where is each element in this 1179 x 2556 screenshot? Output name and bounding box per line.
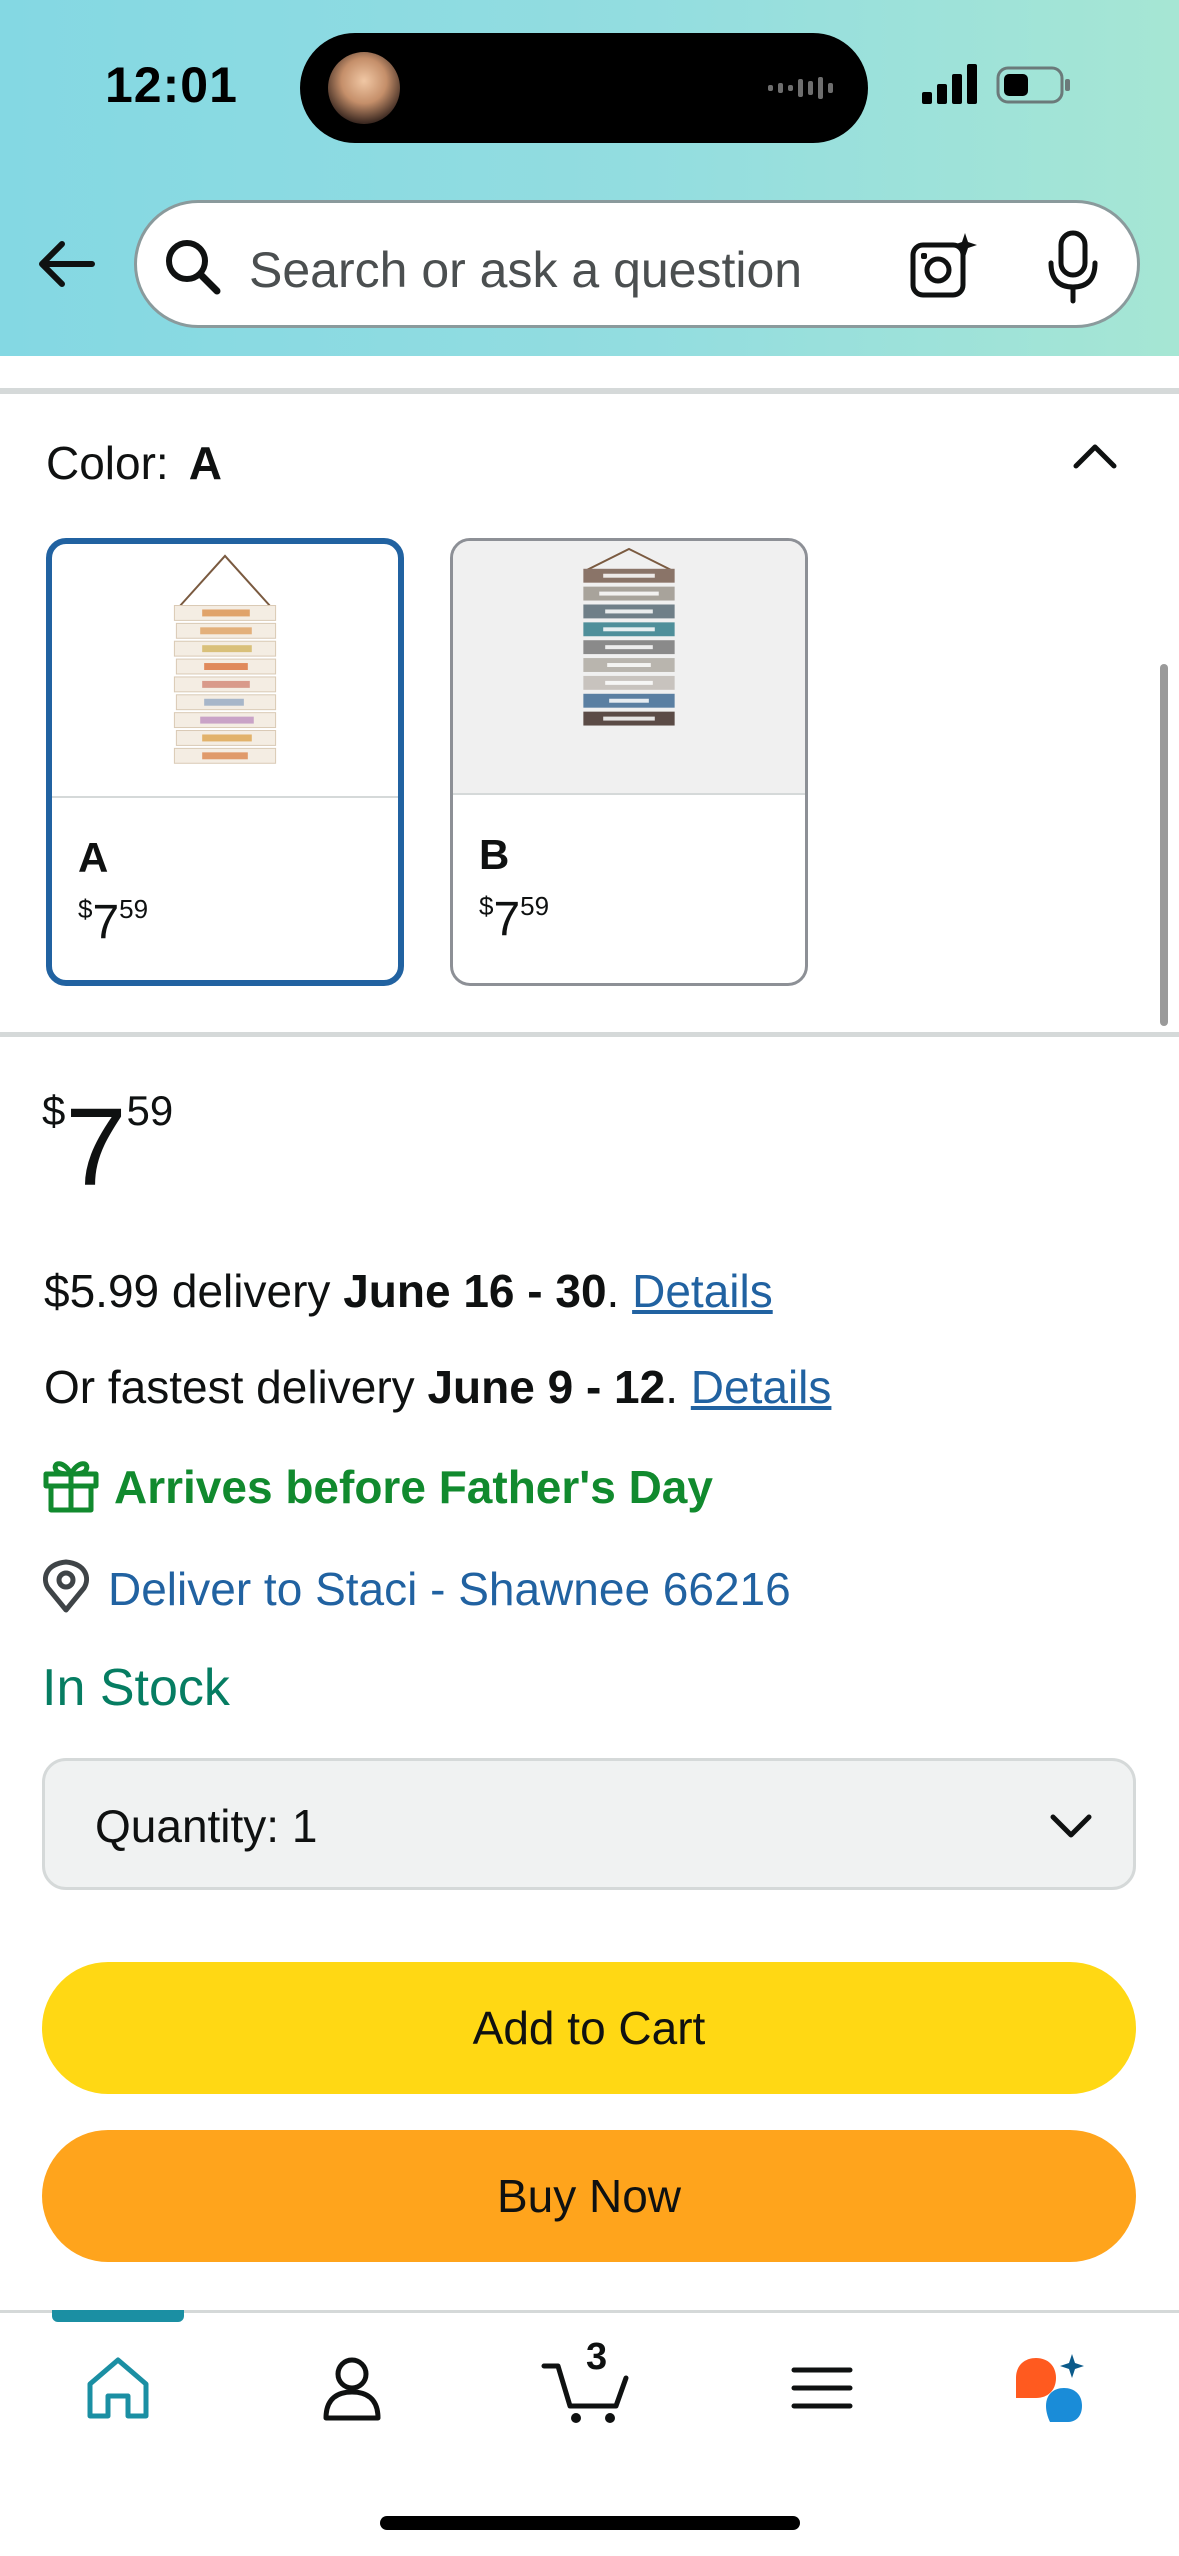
home-indicator xyxy=(380,2516,800,2530)
dynamic-island xyxy=(300,33,868,143)
quantity-selector[interactable]: Quantity: 1 xyxy=(42,1758,1136,1890)
deliver-to-text[interactable]: Deliver to Staci - Shawnee 66216 xyxy=(108,1562,791,1616)
color-label: Color: xyxy=(46,437,169,489)
quantity-label: Quantity: 1 xyxy=(95,1800,318,1852)
sign-image-a xyxy=(173,554,277,764)
microphone-icon[interactable] xyxy=(1043,229,1103,305)
rufus-assistant-icon[interactable] xyxy=(1010,2348,1090,2428)
chevron-down-icon xyxy=(1050,1814,1092,1838)
back-arrow-icon[interactable] xyxy=(34,232,98,296)
menu-icon[interactable] xyxy=(782,2348,862,2428)
account-icon[interactable] xyxy=(312,2348,392,2428)
now-playing-artwork xyxy=(328,52,400,124)
app-header: 12:01 Search or ask a question xyxy=(0,0,1179,356)
camera-lens-icon[interactable] xyxy=(907,231,979,303)
product-price: $759 xyxy=(42,1086,174,1209)
buy-now-button[interactable]: Buy Now xyxy=(42,2130,1136,2262)
color-option-name: A xyxy=(78,834,109,881)
fast-delivery-info: Or fastest delivery June 9 - 12. Details xyxy=(44,1361,832,1413)
color-option-price: $759 xyxy=(479,891,550,946)
stock-status: In Stock xyxy=(42,1659,230,1717)
add-to-cart-button[interactable]: Add to Cart xyxy=(42,1962,1136,2094)
quantity-value: 1 xyxy=(291,1800,318,1852)
battery-icon xyxy=(996,66,1070,104)
search-input[interactable]: Search or ask a question xyxy=(249,241,802,299)
gift-icon xyxy=(43,1461,99,1513)
sign-image-b xyxy=(583,547,675,726)
color-option-a[interactable]: A $759 xyxy=(46,538,404,986)
color-option-price: $759 xyxy=(78,894,149,949)
section-divider xyxy=(0,388,1179,394)
color-option-b[interactable]: B $759 xyxy=(450,538,808,986)
location-pin-icon xyxy=(42,1559,90,1613)
home-icon[interactable] xyxy=(78,2348,158,2428)
status-time: 12:01 xyxy=(105,57,238,113)
cellular-signal-icon xyxy=(922,64,977,104)
color-selected-value: A xyxy=(188,437,222,489)
search-icon xyxy=(166,240,221,295)
section-divider xyxy=(0,1032,1179,1037)
cart-icon[interactable] xyxy=(540,2348,632,2428)
gift-notice-text: Arrives before Father's Day xyxy=(114,1461,713,1513)
active-tab-indicator xyxy=(52,2310,184,2322)
standard-delivery-info: $5.99 delivery June 16 - 30. Details xyxy=(44,1265,773,1317)
product-thumbnail-b xyxy=(453,541,805,795)
search-bar[interactable]: Search or ask a question xyxy=(134,200,1140,328)
scrollbar[interactable] xyxy=(1160,664,1168,1026)
chevron-up-icon[interactable] xyxy=(1066,428,1124,486)
audio-wave-icon xyxy=(768,77,833,99)
deliver-to-location[interactable]: Deliver to Staci - Shawnee 66216 xyxy=(42,1558,942,1618)
fast-delivery-details-link[interactable]: Details xyxy=(691,1361,832,1413)
color-selector-label: Color: A xyxy=(46,436,222,490)
product-thumbnail-a xyxy=(52,544,398,798)
delivery-details-link[interactable]: Details xyxy=(632,1265,773,1317)
color-option-name: B xyxy=(479,831,510,878)
